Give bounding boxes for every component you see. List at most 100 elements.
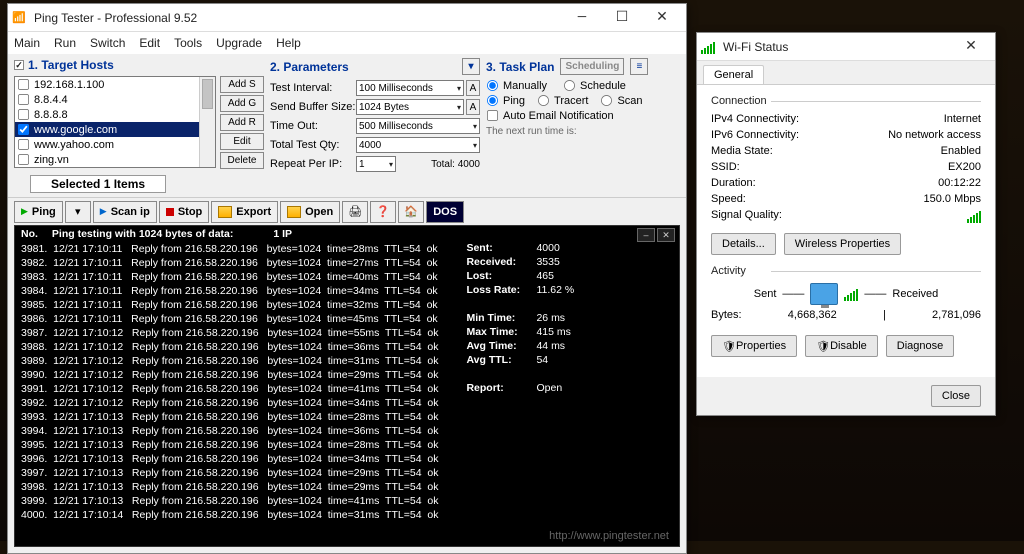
sent-label: Sent	[754, 288, 777, 300]
details-button[interactable]: Details...	[711, 233, 776, 255]
repeat-label: Repeat Per IP:	[270, 158, 356, 170]
schedule-radio[interactable]	[564, 80, 575, 91]
signal-bars-icon	[967, 209, 981, 223]
test-interval-a[interactable]: A	[466, 80, 480, 96]
properties-button[interactable]: 🛡 Properties	[711, 335, 797, 357]
conn-value: Enabled	[941, 145, 981, 161]
test-interval-input[interactable]: 100 Milliseconds	[356, 80, 464, 96]
export-button[interactable]: Export	[211, 201, 278, 223]
menu-edit[interactable]: Edit	[139, 36, 160, 50]
host-checkbox[interactable]	[18, 124, 29, 135]
ping-dropdown[interactable]: ▾	[65, 201, 91, 223]
host-row[interactable]: zing.vn	[15, 152, 215, 167]
repeat-input[interactable]: 1	[356, 156, 396, 172]
totalqty-label: Total Test Qty:	[270, 139, 356, 151]
console-ip-count: 1 IP	[273, 228, 292, 240]
menu-upgrade[interactable]: Upgrade	[216, 36, 262, 50]
host-checkbox[interactable]	[18, 154, 29, 165]
console-min-icon[interactable]: –	[637, 228, 655, 242]
menu-main[interactable]: Main	[14, 36, 40, 50]
diagnose-button[interactable]: Diagnose	[886, 335, 954, 357]
activity-signal-icon	[844, 287, 858, 301]
host-scrollbar[interactable]	[199, 77, 215, 167]
menu-switch[interactable]: Switch	[90, 36, 125, 50]
host-label: 8.8.8.8	[34, 109, 68, 121]
delete-button[interactable]: Delete	[220, 152, 264, 169]
tracert-radio[interactable]	[538, 95, 549, 106]
pingtester-window: 📶 Ping Tester - Professional 9.52 ─ ☐ ✕ …	[7, 3, 687, 554]
host-row[interactable]: 8.8.4.4	[15, 92, 215, 107]
wifi-close-button[interactable]: ✕	[951, 35, 991, 59]
ping-button[interactable]: ▶Ping	[14, 201, 63, 223]
toolbar-icon-2[interactable]: ❓	[370, 201, 396, 223]
open-icon	[287, 206, 301, 218]
edit-button[interactable]: Edit	[220, 133, 264, 150]
wifi-titlebar[interactable]: Wi-Fi Status ✕	[697, 33, 995, 61]
ping-radio[interactable]	[487, 95, 498, 106]
console-line: 3986. 12/21 17:10:11 Reply from 216.58.2…	[21, 312, 438, 326]
general-tab[interactable]: General	[703, 65, 764, 84]
host-row[interactable]: IP_Group_01	[15, 167, 215, 168]
params-dropdown-icon[interactable]: ▾	[462, 58, 480, 75]
host-list[interactable]: 192.168.1.100 8.8.4.4 8.8.8.8 www.google.co…	[14, 76, 216, 168]
totalqty-input[interactable]: 4000	[356, 137, 480, 153]
menu-tools[interactable]: Tools	[174, 36, 202, 50]
disable-button[interactable]: 🛡 Disable	[805, 335, 878, 357]
scheduling-button[interactable]: Scheduling	[560, 58, 624, 75]
wireless-properties-button[interactable]: Wireless Properties	[784, 233, 901, 255]
stat-value: Open	[536, 382, 562, 396]
host-checkbox[interactable]	[18, 94, 29, 105]
close-dialog-button[interactable]: Close	[931, 385, 981, 407]
bytes-received: 2,781,096	[932, 309, 981, 325]
menu-help[interactable]: Help	[276, 36, 301, 50]
host-row[interactable]: www.yahoo.com	[15, 137, 215, 152]
stat-value: 4000	[536, 242, 559, 256]
window-title: Ping Tester - Professional 9.52	[34, 11, 562, 25]
conn-label: SSID:	[711, 161, 740, 177]
wifi-status-window: Wi-Fi Status ✕ General Connection IPv4 C…	[696, 32, 996, 416]
open-button[interactable]: Open	[280, 201, 340, 223]
toolbar-icon-3[interactable]: 🏠	[398, 201, 424, 223]
test-interval-label: Test Interval:	[270, 82, 356, 94]
host-label: www.google.com	[34, 124, 117, 136]
console-line: 4000. 12/21 17:10:14 Reply from 216.58.2…	[21, 508, 438, 522]
host-checkbox[interactable]	[18, 139, 29, 150]
host-row[interactable]: www.google.com	[15, 122, 215, 137]
stat-label: Lost:	[466, 270, 536, 284]
minimize-button[interactable]: ─	[562, 6, 602, 30]
host-checkbox[interactable]	[18, 109, 29, 120]
console: No. Ping testing with 1024 bytes of data…	[14, 225, 680, 547]
console-line: 3984. 12/21 17:10:11 Reply from 216.58.2…	[21, 284, 438, 298]
console-close-icon[interactable]: ✕	[657, 228, 675, 242]
timeout-input[interactable]: 500 Milliseconds	[356, 118, 480, 134]
manually-radio[interactable]	[487, 80, 498, 91]
next-run-label: The next run time is:	[486, 126, 656, 137]
add-s-button[interactable]: Add S	[220, 76, 264, 93]
stat-value: 44 ms	[536, 340, 565, 354]
buffer-input[interactable]: 1024 Bytes	[356, 99, 464, 115]
add-g-button[interactable]: Add G	[220, 95, 264, 112]
host-checkbox[interactable]	[18, 79, 29, 90]
stat-label: Avg Time:	[466, 340, 536, 354]
scan-radio[interactable]	[601, 95, 612, 106]
scanip-button[interactable]: ▶Scan ip	[93, 201, 157, 223]
console-line: 3995. 12/21 17:10:13 Reply from 216.58.2…	[21, 438, 438, 452]
stat-label: Max Time:	[466, 326, 536, 340]
close-button[interactable]: ✕	[642, 6, 682, 30]
menu-run[interactable]: Run	[54, 36, 76, 50]
task-menu-icon[interactable]: ≡	[630, 58, 648, 75]
host-row[interactable]: 8.8.8.8	[15, 107, 215, 122]
host-row[interactable]: 192.168.1.100	[15, 77, 215, 92]
stat-value: 54	[536, 354, 548, 368]
host-label: 8.8.4.4	[34, 94, 68, 106]
maximize-button[interactable]: ☐	[602, 6, 642, 30]
stop-button[interactable]: Stop	[159, 201, 209, 223]
buffer-a[interactable]: A	[466, 99, 480, 115]
host-label: www.yahoo.com	[34, 139, 114, 151]
titlebar[interactable]: 📶 Ping Tester - Professional 9.52 ─ ☐ ✕	[8, 4, 686, 32]
toolbar-icon-1[interactable]: 🖨	[342, 201, 368, 223]
dos-button[interactable]: DOS	[426, 201, 464, 223]
activity-header: Activity	[711, 265, 981, 277]
add-r-button[interactable]: Add R	[220, 114, 264, 131]
auto-email-checkbox[interactable]	[487, 110, 498, 121]
